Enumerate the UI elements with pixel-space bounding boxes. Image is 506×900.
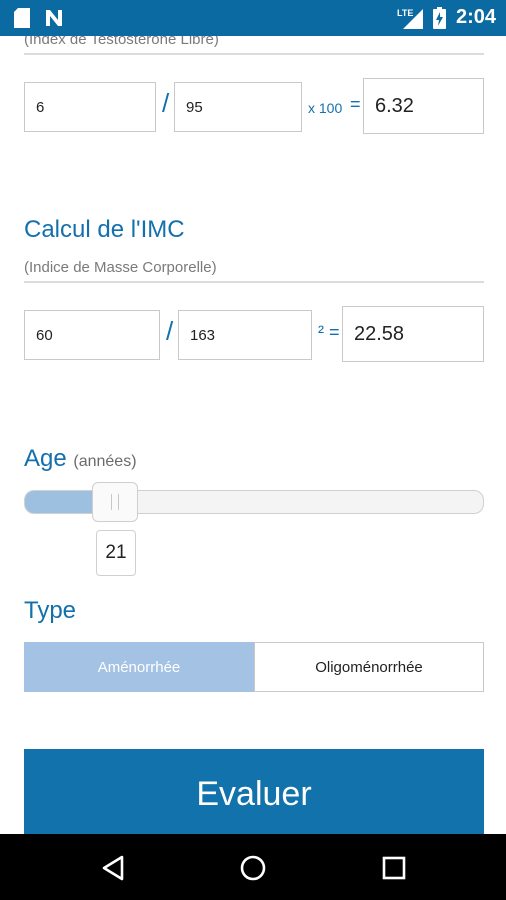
- shbg-input[interactable]: 95: [174, 82, 302, 132]
- navigation-bar: [0, 834, 506, 900]
- height-input[interactable]: 163: [178, 310, 312, 360]
- imc-title: Calcul de l'IMC: [24, 216, 185, 243]
- age-label: Age: [24, 445, 67, 472]
- recents-square-icon[interactable]: [380, 854, 408, 882]
- imc-subtitle: (Indice de Masse Corporelle): [24, 259, 217, 276]
- home-circle-icon[interactable]: [239, 854, 267, 882]
- imc-result: 22.58: [342, 306, 484, 362]
- grip-icon: [111, 494, 119, 510]
- back-triangle-icon[interactable]: [100, 854, 128, 882]
- ftl-equals-sign: =: [350, 94, 361, 114]
- ftl-multiplier: x 100: [308, 100, 343, 116]
- ftl-divider: [24, 53, 484, 55]
- status-bar: LTE 2:04: [0, 0, 506, 36]
- ftl-subtitle: (Index de Testosterone Libre): [24, 36, 219, 48]
- imc-squared-equals: ² =: [318, 322, 340, 342]
- sd-card-icon: [14, 8, 30, 28]
- type-title: Type: [24, 597, 77, 624]
- imc-divider: [24, 281, 484, 283]
- age-unit: (années): [73, 453, 137, 470]
- evaluate-button[interactable]: Evaluer: [24, 749, 484, 834]
- battery-charging-icon: [432, 6, 446, 29]
- ftl-divide-sign: /: [162, 88, 170, 118]
- type-option-amenorrhee[interactable]: Aménorrhée: [24, 642, 254, 692]
- clock: 2:04: [455, 6, 496, 28]
- free-testosterone-input[interactable]: 6: [24, 82, 156, 132]
- age-slider-handle[interactable]: [92, 482, 138, 522]
- ftl-result: 6.32: [363, 78, 484, 134]
- imc-divide-sign: /: [166, 316, 174, 346]
- type-option-oligomenorrhee[interactable]: Oligoménorrhée: [254, 642, 484, 692]
- age-title: Age (années): [24, 445, 137, 473]
- notification-n-icon: [44, 8, 64, 28]
- calculator-scroll-area[interactable]: (Index de Testosterone Libre) 6 / 95 x 1…: [0, 36, 506, 834]
- svg-text:LTE: LTE: [397, 8, 413, 18]
- age-slider-fill: [25, 491, 99, 513]
- age-value: 21: [96, 530, 136, 576]
- weight-input[interactable]: 60: [24, 310, 160, 360]
- lte-signal-icon: LTE: [397, 7, 423, 29]
